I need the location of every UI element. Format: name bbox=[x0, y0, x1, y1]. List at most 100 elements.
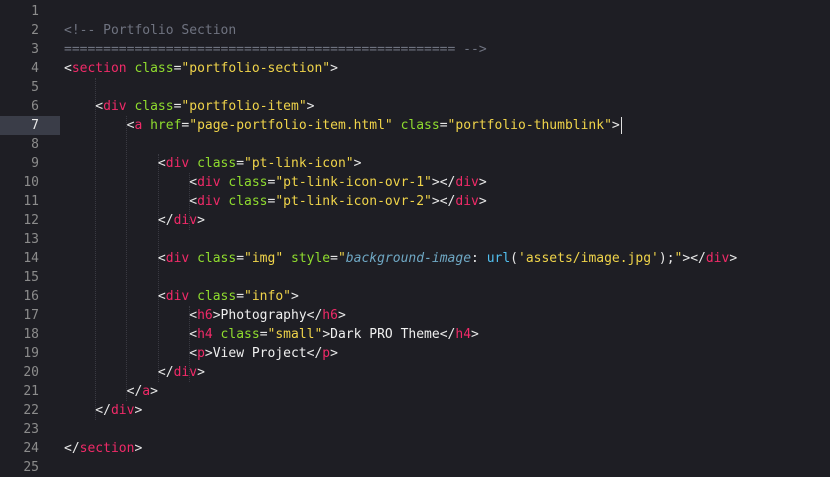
code-token: div bbox=[173, 365, 198, 380]
code-token: "page-portfolio-item.html" bbox=[189, 118, 393, 133]
code-line[interactable]: <div class="pt-link-icon"> bbox=[64, 154, 362, 173]
code-token: url bbox=[486, 251, 511, 266]
line-number: 22 bbox=[23, 403, 39, 418]
line-number: 7 bbox=[0, 116, 60, 135]
code-token: > bbox=[478, 175, 487, 190]
code-line[interactable]: <div class="pt-link-icon-ovr-2"></div> bbox=[64, 192, 487, 211]
code-token: < bbox=[64, 194, 198, 209]
code-token: " bbox=[337, 251, 346, 266]
code-token: "portfolio-thumblink" bbox=[447, 118, 612, 133]
line-number: 3 bbox=[31, 42, 39, 57]
code-line[interactable]: <a href="page-portfolio-item.html" class… bbox=[64, 116, 620, 135]
code-line[interactable]: </a> bbox=[64, 382, 158, 401]
code-line[interactable]: <p>View Project</p> bbox=[64, 344, 338, 363]
code-token: div bbox=[103, 99, 127, 114]
code-token: "small" bbox=[267, 327, 323, 342]
code-line[interactable]: <div class="img" style="background-image… bbox=[64, 249, 737, 268]
code-token: > bbox=[330, 346, 338, 361]
code-token: </ bbox=[64, 384, 143, 399]
code-token: class bbox=[197, 289, 237, 304]
code-token: > bbox=[197, 365, 205, 380]
code-token: div bbox=[197, 175, 221, 190]
code-token: < bbox=[64, 346, 198, 361]
code-line[interactable]: </div> bbox=[64, 401, 142, 420]
code-token: < bbox=[64, 251, 166, 266]
code-token: > bbox=[291, 289, 299, 304]
code-token: div bbox=[165, 289, 190, 304]
code-token: Photography bbox=[220, 308, 307, 323]
code-token: Dark PRO Theme bbox=[330, 327, 440, 342]
code-line[interactable]: <!-- Portfolio Section bbox=[64, 21, 236, 40]
code-token: class bbox=[134, 99, 174, 114]
code-token: h6 bbox=[322, 308, 338, 323]
code-token: p bbox=[197, 346, 205, 361]
code-token: </ bbox=[64, 441, 80, 456]
code-token: <!-- Portfolio Section bbox=[64, 23, 237, 38]
code-token: = bbox=[259, 327, 268, 342]
code-line[interactable]: <div class="pt-link-icon-ovr-1"></div> bbox=[64, 173, 487, 192]
code-line[interactable]: <h4 class="small">Dark PRO Theme</h4> bbox=[64, 325, 479, 344]
line-number: 21 bbox=[23, 384, 39, 399]
line-number: 2 bbox=[31, 23, 39, 38]
code-line[interactable]: <div class="info"> bbox=[64, 287, 299, 306]
code-token: background-image bbox=[345, 251, 472, 266]
line-number: 18 bbox=[23, 327, 39, 342]
line-number: 1 bbox=[31, 4, 39, 19]
code-token: div bbox=[705, 251, 730, 266]
line-number: 17 bbox=[23, 308, 39, 323]
code-token: "portfolio-section" bbox=[181, 61, 331, 76]
code-token: = bbox=[330, 251, 338, 266]
line-number: 9 bbox=[31, 156, 39, 171]
code-token: div bbox=[165, 251, 190, 266]
code-token: : bbox=[471, 251, 487, 266]
code-token: a bbox=[142, 384, 151, 399]
code-token: class bbox=[197, 156, 237, 171]
code-token: > bbox=[212, 308, 221, 323]
code-token: > bbox=[306, 99, 315, 114]
code-token: < bbox=[64, 61, 72, 76]
code-token: < bbox=[64, 118, 135, 133]
code-token: "info" bbox=[244, 289, 291, 304]
code-token: href bbox=[150, 118, 182, 133]
code-token: = bbox=[439, 118, 448, 133]
code-token: > bbox=[322, 327, 331, 342]
line-number: 4 bbox=[31, 61, 39, 76]
code-token: View Project bbox=[212, 346, 307, 361]
code-area[interactable]: <!-- Portfolio Section ==================… bbox=[60, 0, 830, 476]
code-token: > bbox=[337, 308, 346, 323]
code-token: < bbox=[64, 289, 166, 304]
line-number: 19 bbox=[23, 346, 39, 361]
line-number: 13 bbox=[23, 232, 39, 247]
code-line[interactable]: </div> bbox=[64, 211, 205, 230]
code-token: h6 bbox=[197, 308, 213, 323]
code-token: "portfolio-item" bbox=[181, 99, 307, 114]
text-cursor bbox=[621, 117, 622, 134]
line-number: 23 bbox=[23, 422, 39, 437]
code-token: div bbox=[455, 194, 479, 209]
code-editor[interactable]: 1 2 3 4 5 6 7 8 9 10 11 12 13 14 15 16 17 18 19 20 21 22 23 24 2… bbox=[0, 0, 830, 476]
code-line[interactable]: <h6>Photography</h6> bbox=[64, 306, 346, 325]
code-token: ></ bbox=[431, 194, 456, 209]
code-token: class bbox=[220, 327, 260, 342]
code-token: section bbox=[71, 61, 127, 76]
code-token: > bbox=[478, 194, 487, 209]
code-token: class bbox=[134, 61, 174, 76]
code-token: style bbox=[291, 251, 331, 266]
code-token: > bbox=[134, 403, 143, 418]
code-token: class bbox=[400, 118, 440, 133]
code-token: < bbox=[64, 308, 198, 323]
code-token: </ bbox=[306, 346, 323, 361]
code-line[interactable]: <div class="portfolio-item"> bbox=[64, 97, 314, 116]
code-line[interactable]: </section> bbox=[64, 439, 142, 458]
code-token: div bbox=[110, 403, 135, 418]
code-line[interactable]: ========================================… bbox=[64, 40, 487, 59]
code-line[interactable]: </div> bbox=[64, 363, 205, 382]
code-line[interactable]: <section class="portfolio-section"> bbox=[64, 59, 338, 78]
code-token: > bbox=[150, 384, 158, 399]
line-number: 24 bbox=[23, 441, 39, 456]
